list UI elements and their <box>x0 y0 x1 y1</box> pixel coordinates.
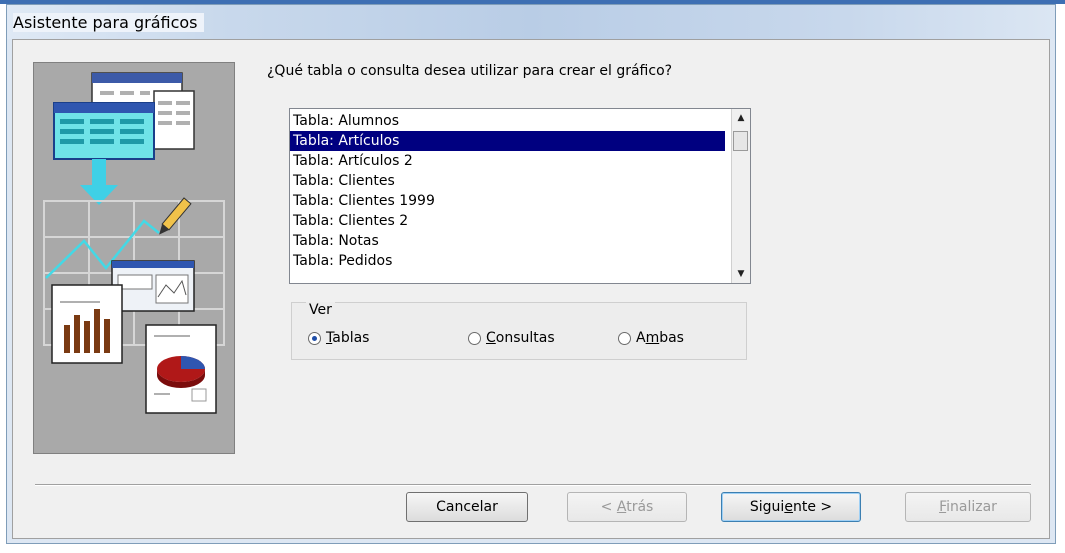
radio-consultas-label: Consultas <box>486 330 555 346</box>
list-scrollbar[interactable]: ▲ ▼ <box>731 109 750 283</box>
radio-consultas[interactable]: Consultas <box>468 329 555 347</box>
list-item[interactable]: Tabla: Clientes 1999 <box>290 191 725 211</box>
title-bar[interactable]: Asistente para gráficos <box>7 5 1055 39</box>
scroll-up-icon[interactable]: ▲ <box>732 109 750 127</box>
button-divider <box>35 484 1031 486</box>
radio-tablas[interactable]: Tablas <box>308 329 369 347</box>
finish-button[interactable]: Finalizar <box>905 492 1031 522</box>
scroll-thumb[interactable] <box>733 131 748 151</box>
list-item[interactable]: Tabla: Alumnos <box>290 111 725 131</box>
cancel-button[interactable]: Cancelar <box>406 492 528 522</box>
radio-unselected-icon[interactable] <box>468 331 481 345</box>
chart-wizard-illustration-icon <box>43 72 225 414</box>
chart-wizard-dialog: Asistente para gráficos ¿Qué tabla o con… <box>6 4 1056 544</box>
table-query-listbox[interactable]: Tabla: Alumnos Tabla: Artículos Tabla: A… <box>289 108 751 284</box>
list-item[interactable]: Tabla: Notas <box>290 231 725 251</box>
radio-tablas-label: Tablas <box>326 330 370 346</box>
radio-selected-icon[interactable] <box>308 331 321 345</box>
scroll-down-icon[interactable]: ▼ <box>732 265 750 283</box>
view-group-label: Ver <box>306 302 335 318</box>
list-item[interactable]: Tabla: Artículos 2 <box>290 151 725 171</box>
next-button[interactable]: Siguiente > <box>721 492 861 522</box>
list-item[interactable]: Tabla: Clientes <box>290 171 725 191</box>
radio-unselected-icon[interactable] <box>618 331 631 345</box>
list-item[interactable]: Tabla: Clientes 2 <box>290 211 725 231</box>
list-item[interactable]: Tabla: Pedidos <box>290 251 725 271</box>
dialog-client-area: ¿Qué tabla o consulta desea utilizar par… <box>12 39 1050 539</box>
wizard-question: ¿Qué tabla o consulta desea utilizar par… <box>267 63 673 79</box>
back-button[interactable]: < Atrás <box>567 492 687 522</box>
wizard-illustration <box>33 62 235 454</box>
list-item-selected[interactable]: Tabla: Artículos <box>290 131 725 151</box>
window-title: Asistente para gráficos <box>13 13 204 32</box>
radio-ambas[interactable]: Ambas <box>618 329 684 347</box>
view-groupbox: Ver Tablas Consultas Ambas <box>291 302 747 360</box>
radio-ambas-label: Ambas <box>636 330 684 346</box>
